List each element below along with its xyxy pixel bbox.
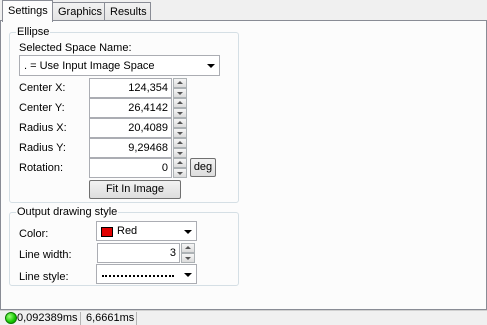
chevron-down-icon: [184, 230, 192, 234]
color-dropdown[interactable]: Red: [96, 221, 197, 241]
ellipse-group: Ellipse Selected Space Name: . = Use Inp…: [9, 25, 239, 203]
radius-x-down-button[interactable]: [173, 128, 187, 138]
status-indicator-icon: [5, 312, 17, 324]
radius-x-input[interactable]: 20,4089: [89, 118, 172, 138]
center-x-up-button[interactable]: [173, 78, 187, 88]
tab-results-label: Results: [110, 6, 147, 18]
fit-in-image-button[interactable]: Fit In Image: [89, 180, 181, 199]
arrow-up-icon: [177, 161, 183, 164]
selected-space-value: . = Use Input Image Space: [24, 60, 155, 72]
line-style-label: Line style:: [19, 271, 69, 283]
status-separator: [136, 312, 137, 325]
center-x-down-button[interactable]: [173, 88, 187, 98]
radius-x-label: Radius X:: [19, 122, 67, 134]
line-width-spinner: [181, 243, 195, 263]
status-time-2: 6,6661ms: [86, 312, 135, 324]
rotation-down-button[interactable]: [173, 168, 187, 178]
center-y-input[interactable]: 26,4142: [89, 98, 172, 118]
status-separator: [80, 312, 81, 325]
deg-button[interactable]: deg: [190, 158, 216, 177]
radius-y-input[interactable]: 9,29468: [89, 138, 172, 158]
arrow-down-icon: [177, 132, 183, 135]
selected-space-label: Selected Space Name:: [19, 42, 132, 54]
arrow-down-icon: [177, 152, 183, 155]
line-width-input[interactable]: 3: [97, 243, 180, 263]
tab-graphics[interactable]: Graphics: [52, 2, 105, 21]
status-time-1: 0,092389ms: [17, 312, 78, 324]
arrow-down-icon: [177, 112, 183, 115]
rotation-input[interactable]: 0: [89, 158, 172, 178]
rotation-up-button[interactable]: [173, 158, 187, 168]
center-y-spinner: [173, 98, 187, 118]
radius-y-up-button[interactable]: [173, 138, 187, 148]
center-y-label: Center Y:: [19, 102, 65, 114]
tab-settings-label: Settings: [8, 5, 48, 17]
rotation-value: 0: [161, 162, 168, 174]
tab-bar: Settings Graphics Results: [0, 0, 487, 22]
arrow-down-icon: [177, 172, 183, 175]
radius-y-value: 9,29468: [128, 142, 168, 154]
center-y-up-button[interactable]: [173, 98, 187, 108]
arrow-up-icon: [177, 121, 183, 124]
line-width-label: Line width:: [19, 249, 72, 261]
center-x-label: Center X:: [19, 82, 66, 94]
radius-y-spinner: [173, 138, 187, 158]
dotted-line-icon: [102, 275, 174, 277]
center-y-down-button[interactable]: [173, 108, 187, 118]
radius-x-up-button[interactable]: [173, 118, 187, 128]
color-value: Red: [117, 225, 138, 237]
settings-panel: Ellipse Selected Space Name: . = Use Inp…: [0, 20, 487, 310]
center-x-value: 124,354: [128, 82, 168, 94]
tab-results[interactable]: Results: [104, 2, 151, 21]
line-width-value: 3: [169, 247, 176, 259]
arrow-down-icon: [185, 257, 191, 260]
rotation-spinner: [173, 158, 187, 178]
radius-x-spinner: [173, 118, 187, 138]
tab-settings[interactable]: Settings: [2, 0, 53, 22]
arrow-down-icon: [177, 92, 183, 95]
arrow-up-icon: [177, 141, 183, 144]
radius-y-label: Radius Y:: [19, 142, 66, 154]
arrow-up-icon: [177, 101, 183, 104]
status-bar: 0,092389ms 6,6661ms: [0, 310, 487, 325]
ellipse-group-title: Ellipse: [16, 25, 51, 39]
line-width-up-button[interactable]: [181, 243, 195, 253]
rotation-label: Rotation:: [19, 162, 64, 174]
radius-x-value: 20,4089: [128, 122, 168, 134]
line-width-down-button[interactable]: [181, 253, 195, 263]
output-drawing-style-group: Output drawing style Color: Red Line wid…: [9, 205, 239, 286]
center-y-value: 26,4142: [128, 102, 168, 114]
color-label: Color:: [19, 228, 49, 240]
radius-y-down-button[interactable]: [173, 148, 187, 158]
arrow-up-icon: [177, 81, 183, 84]
center-x-input[interactable]: 124,354: [89, 78, 172, 98]
line-style-dropdown[interactable]: [96, 264, 197, 284]
tab-graphics-label: Graphics: [58, 6, 103, 18]
chevron-down-icon: [207, 64, 215, 68]
arrow-up-icon: [185, 246, 191, 249]
center-x-spinner: [173, 78, 187, 98]
selected-space-dropdown[interactable]: . = Use Input Image Space: [19, 55, 220, 76]
output-style-title: Output drawing style: [16, 205, 119, 219]
chevron-down-icon: [184, 273, 192, 277]
color-swatch: [101, 227, 113, 237]
